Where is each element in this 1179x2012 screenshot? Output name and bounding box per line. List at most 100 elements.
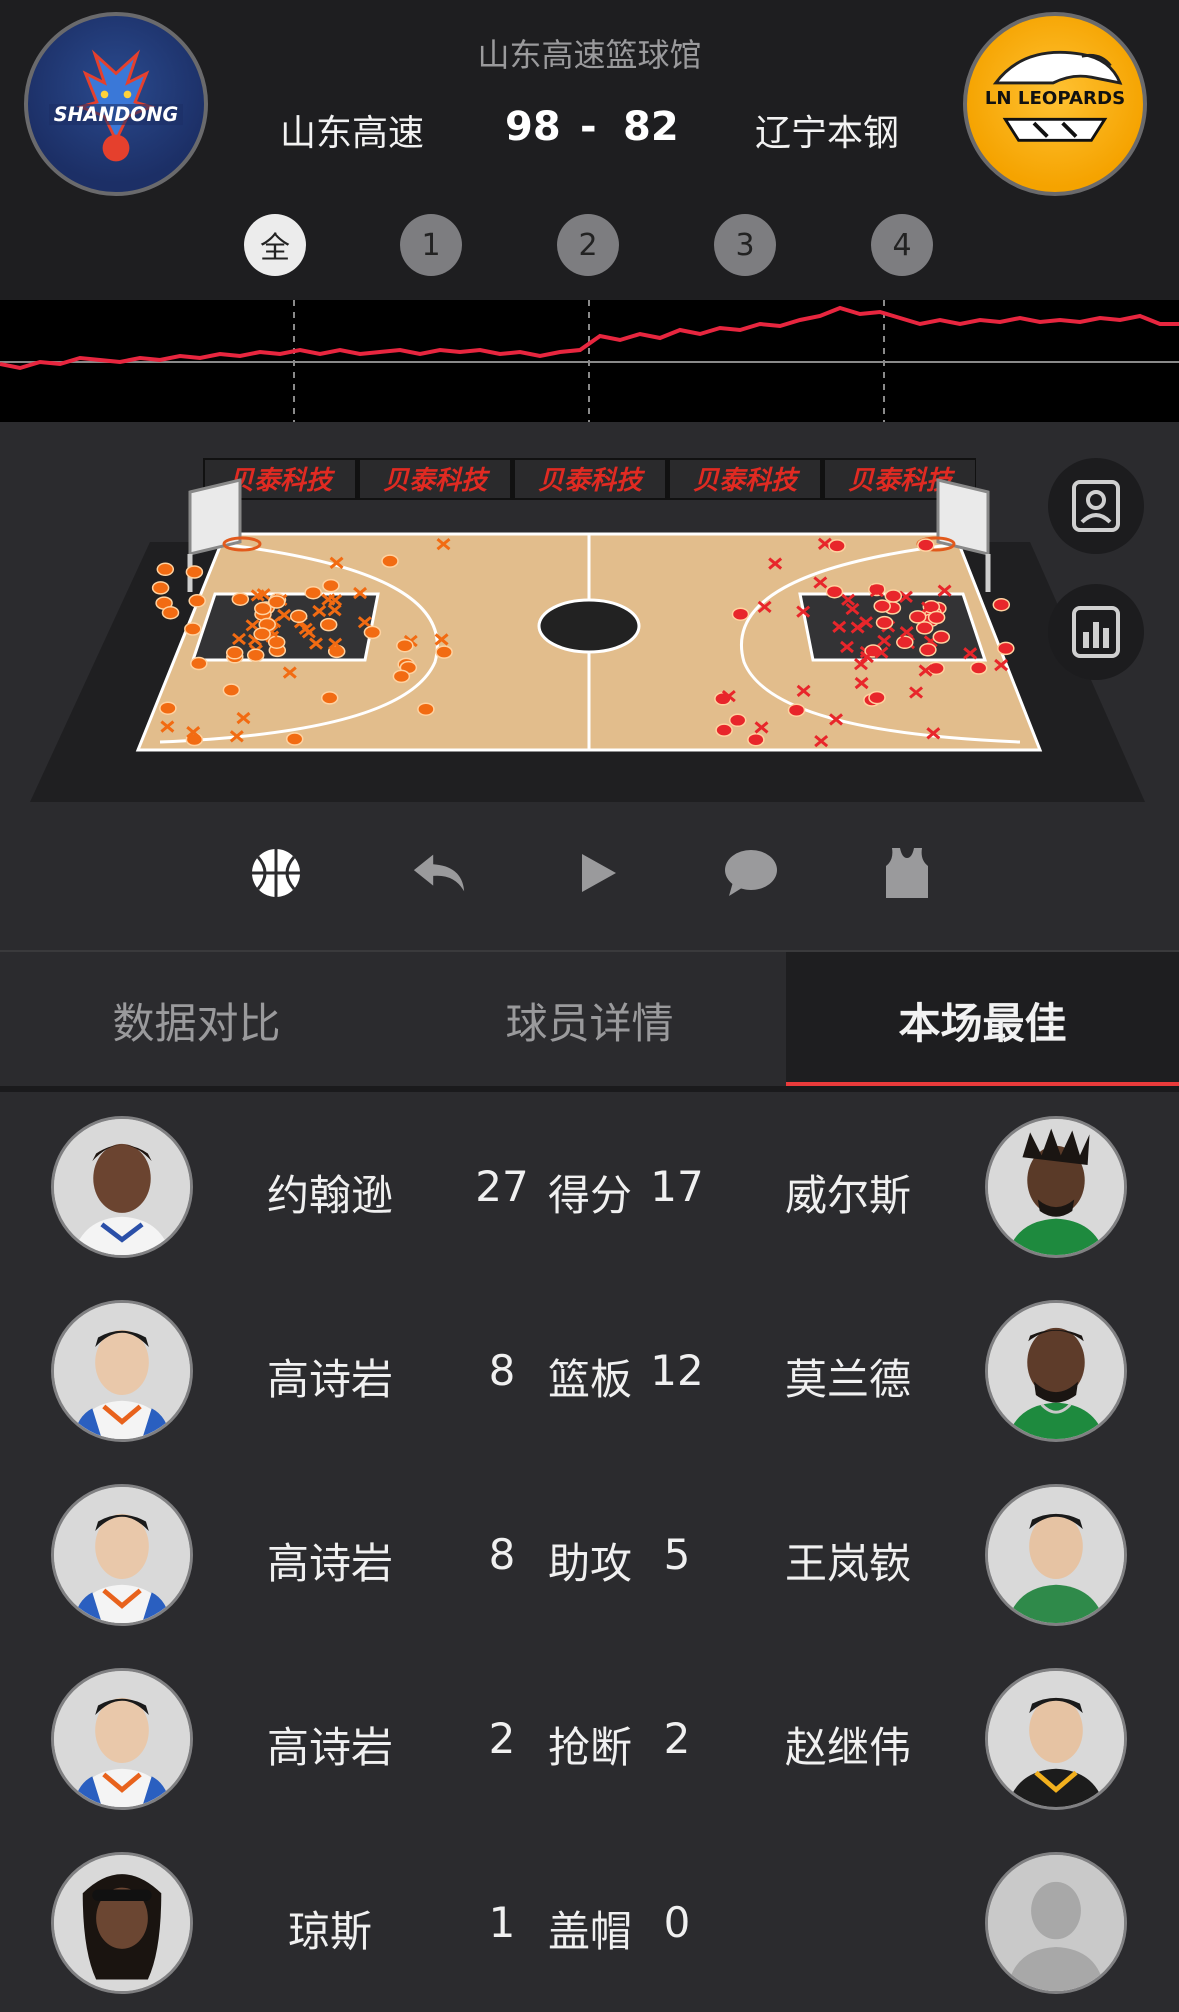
person-card-icon [1072,480,1120,532]
made-shot-marker [322,578,340,593]
avatar[interactable] [985,1668,1127,1810]
made-shot-marker [392,669,411,684]
best-row-steals[interactable]: 高诗岩 2 抢断 2 赵继伟 [0,1644,1179,1828]
avatar[interactable] [51,1668,193,1810]
made-shot-marker [873,599,891,613]
quarter-3-button[interactable]: 3 [714,214,776,276]
play-button[interactable] [568,844,626,902]
right-stat-value: 0 [663,1898,691,1947]
avatar[interactable] [51,1116,193,1258]
made-shot-marker [715,723,733,737]
tab-data-compare[interactable]: 数据对比 [0,952,393,1088]
avatar[interactable] [985,1484,1127,1626]
made-shot-marker [156,562,175,577]
made-shot-marker [731,607,750,621]
made-shot-marker [915,621,934,635]
replay-button[interactable] [410,844,468,902]
left-player-name: 高诗岩 [266,1539,393,1588]
made-shot-marker [184,622,202,636]
made-shot-marker [285,732,304,746]
avatar[interactable] [985,1852,1127,1994]
avatar[interactable] [51,1484,193,1626]
stats-tabs: 数据对比 球员详情 本场最佳 [0,950,1179,1090]
made-shot-marker [222,683,241,697]
left-player-name: 高诗岩 [266,1355,393,1404]
stat-label: 抢断 [547,1723,632,1772]
made-shot-marker [319,617,338,632]
made-shot-marker [828,539,846,553]
made-shot-marker [435,645,453,659]
made-shot-marker [884,589,903,603]
placeholder-avatar-icon [988,1855,1124,1991]
made-shot-marker [185,565,204,579]
best-row-points[interactable]: 约翰逊 27 得分 17 威尔斯 [0,1092,1179,1276]
player-photo [988,1119,1124,1255]
left-player-name: 琼斯 [287,1907,372,1956]
made-shot-marker [875,615,894,630]
made-shot-marker [896,635,914,650]
quarter-2-button[interactable]: 2 [557,214,619,276]
jersey-button[interactable] [878,844,936,902]
made-shot-marker [304,585,322,600]
made-shot-marker [825,584,844,599]
made-shot-marker [151,581,170,595]
tab-player-details[interactable]: 球员详情 [393,952,786,1088]
made-shot-marker [997,641,1015,656]
comment-button[interactable] [722,844,780,902]
banner-text: 贝泰科技 [538,466,646,496]
replay-icon [413,854,465,892]
away-logo-text: LN LEOPARDS [985,88,1125,109]
center-circle [537,598,641,654]
away-team-logo[interactable]: LN LEOPARDS [963,12,1147,196]
home-team-logo[interactable]: SHANDONG [24,12,208,196]
best-row-assists[interactable]: 高诗岩 8 助攻 5 王岚嵚 [0,1460,1179,1644]
shot-court-svg: 贝泰科技 贝泰科技 贝泰科技 贝泰科技 贝泰科技 [30,458,1145,802]
banner-text: 贝泰科技 [228,466,336,496]
made-shot-marker [289,609,308,624]
made-shot-marker [417,702,435,716]
jersey-icon [886,848,928,898]
made-shot-marker [320,691,339,705]
made-shot-marker [932,630,951,644]
made-shot-marker [868,690,886,705]
avatar[interactable] [51,1300,193,1442]
shots-filter-button[interactable] [247,844,305,902]
score-separator: - [580,104,597,150]
avatar[interactable] [985,1116,1127,1258]
made-shot-marker [787,703,806,717]
made-shot-marker [363,625,382,640]
made-shot-marker [231,592,250,606]
made-shot-marker [919,643,937,657]
player-photo [988,1487,1124,1623]
tab-game-best[interactable]: 本场最佳 [786,952,1179,1088]
player-photo [54,1303,190,1439]
basketball-icon [252,849,300,897]
player-photo [988,1303,1124,1439]
quarter-all-button[interactable]: 全 [244,214,306,276]
play-icon [582,854,616,892]
comment-icon [725,850,777,896]
best-row-rebounds[interactable]: 高诗岩 8 篮板 12 莫兰德 [0,1276,1179,1460]
player-card-button[interactable] [1048,458,1144,554]
best-row-blocks[interactable]: 琼斯 1 盖帽 0 [0,1828,1179,2012]
player-photo [988,1671,1124,1807]
made-shot-marker [396,638,414,653]
home-logo-text: SHANDONG [54,103,178,126]
made-shot-marker [969,661,988,675]
quarter-selector: 全 1 2 3 4 [0,214,1179,276]
left-player-name: 高诗岩 [266,1723,393,1772]
right-stat-value: 5 [663,1530,691,1579]
avatar[interactable] [985,1300,1127,1442]
stat-label: 得分 [547,1171,632,1220]
made-shot-marker [253,627,271,641]
home-team-name: 山东高速 [280,113,425,154]
banner-text: 贝泰科技 [693,466,801,496]
avatar[interactable] [51,1852,193,1994]
stats-chart-button[interactable] [1048,584,1144,680]
quarter-1-button[interactable]: 1 [400,214,462,276]
quarter-4-button[interactable]: 4 [871,214,933,276]
player-photo [54,1671,190,1807]
score-trend-chart[interactable] [0,300,1179,422]
made-shot-marker [188,594,206,608]
made-shot-marker [267,635,286,649]
